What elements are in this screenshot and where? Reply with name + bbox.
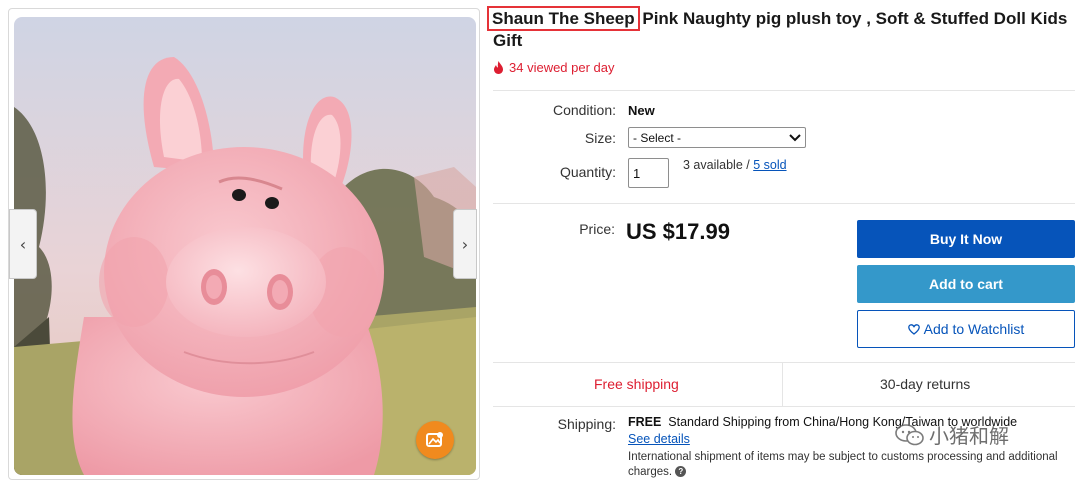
free-shipping-text: Free shipping xyxy=(594,376,679,392)
quantity-label: Quantity: xyxy=(559,164,616,180)
size-selected-value: - Select - xyxy=(633,130,682,145)
heart-icon xyxy=(907,323,920,335)
view-count-text: 34 viewed per day xyxy=(509,60,615,75)
international-note: International shipment of items may be s… xyxy=(628,450,1058,480)
title-highlight: Shaun The Sheep xyxy=(487,6,640,31)
price-label: Price: xyxy=(579,221,615,237)
condition-label: Condition: xyxy=(552,102,616,118)
shipping-free: FREE xyxy=(628,415,662,429)
divider xyxy=(782,362,783,406)
image-search-button[interactable] xyxy=(416,421,454,459)
buy-it-now-button[interactable]: Buy It Now xyxy=(857,220,1075,258)
sold-link[interactable]: 5 sold xyxy=(753,158,786,172)
shipping-label: Shipping: xyxy=(557,416,616,432)
divider xyxy=(493,362,1075,363)
international-note-text: International shipment of items may be s… xyxy=(628,451,1058,478)
chevron-left-icon: ‹ xyxy=(19,234,27,254)
size-select[interactable]: - Select - xyxy=(628,127,806,148)
price-value: US $17.99 xyxy=(626,219,730,244)
size-label: Size: xyxy=(584,130,616,146)
add-to-cart-button[interactable]: Add to cart xyxy=(857,265,1075,303)
divider xyxy=(493,406,1075,407)
previous-image-button[interactable]: ‹ xyxy=(9,209,37,279)
watchlist-label: Add to Watchlist xyxy=(923,321,1025,337)
divider xyxy=(493,90,1075,91)
help-icon[interactable]: ? xyxy=(675,466,687,478)
pink-pig-plush-image xyxy=(14,17,476,475)
chevron-right-icon: › xyxy=(461,234,469,254)
view-count: 34 viewed per day xyxy=(493,60,615,75)
quantity-input[interactable]: 1 xyxy=(628,158,669,188)
chevron-down-icon xyxy=(789,133,801,141)
returns-text: 30-day returns xyxy=(880,376,971,392)
flame-icon xyxy=(494,61,503,74)
condition-value: New xyxy=(628,103,655,118)
product-title: Shaun The Sheep Pink Naughty pig plush t… xyxy=(487,6,1075,52)
product-photo[interactable] xyxy=(14,17,476,475)
watermark: 小猪和解 xyxy=(895,420,1009,449)
wechat-icon xyxy=(895,423,924,445)
available-text: 3 available / xyxy=(683,158,754,172)
image-search-icon xyxy=(426,432,443,447)
watermark-text: 小猪和解 xyxy=(929,426,1009,448)
next-image-button[interactable]: › xyxy=(453,209,477,279)
add-to-watchlist-button[interactable]: Add to Watchlist xyxy=(857,310,1075,348)
image-gallery: ‹ › xyxy=(8,8,480,480)
see-details-link[interactable]: See details xyxy=(628,432,690,446)
availability: 3 available / 5 sold xyxy=(683,158,787,172)
divider xyxy=(493,203,1075,204)
